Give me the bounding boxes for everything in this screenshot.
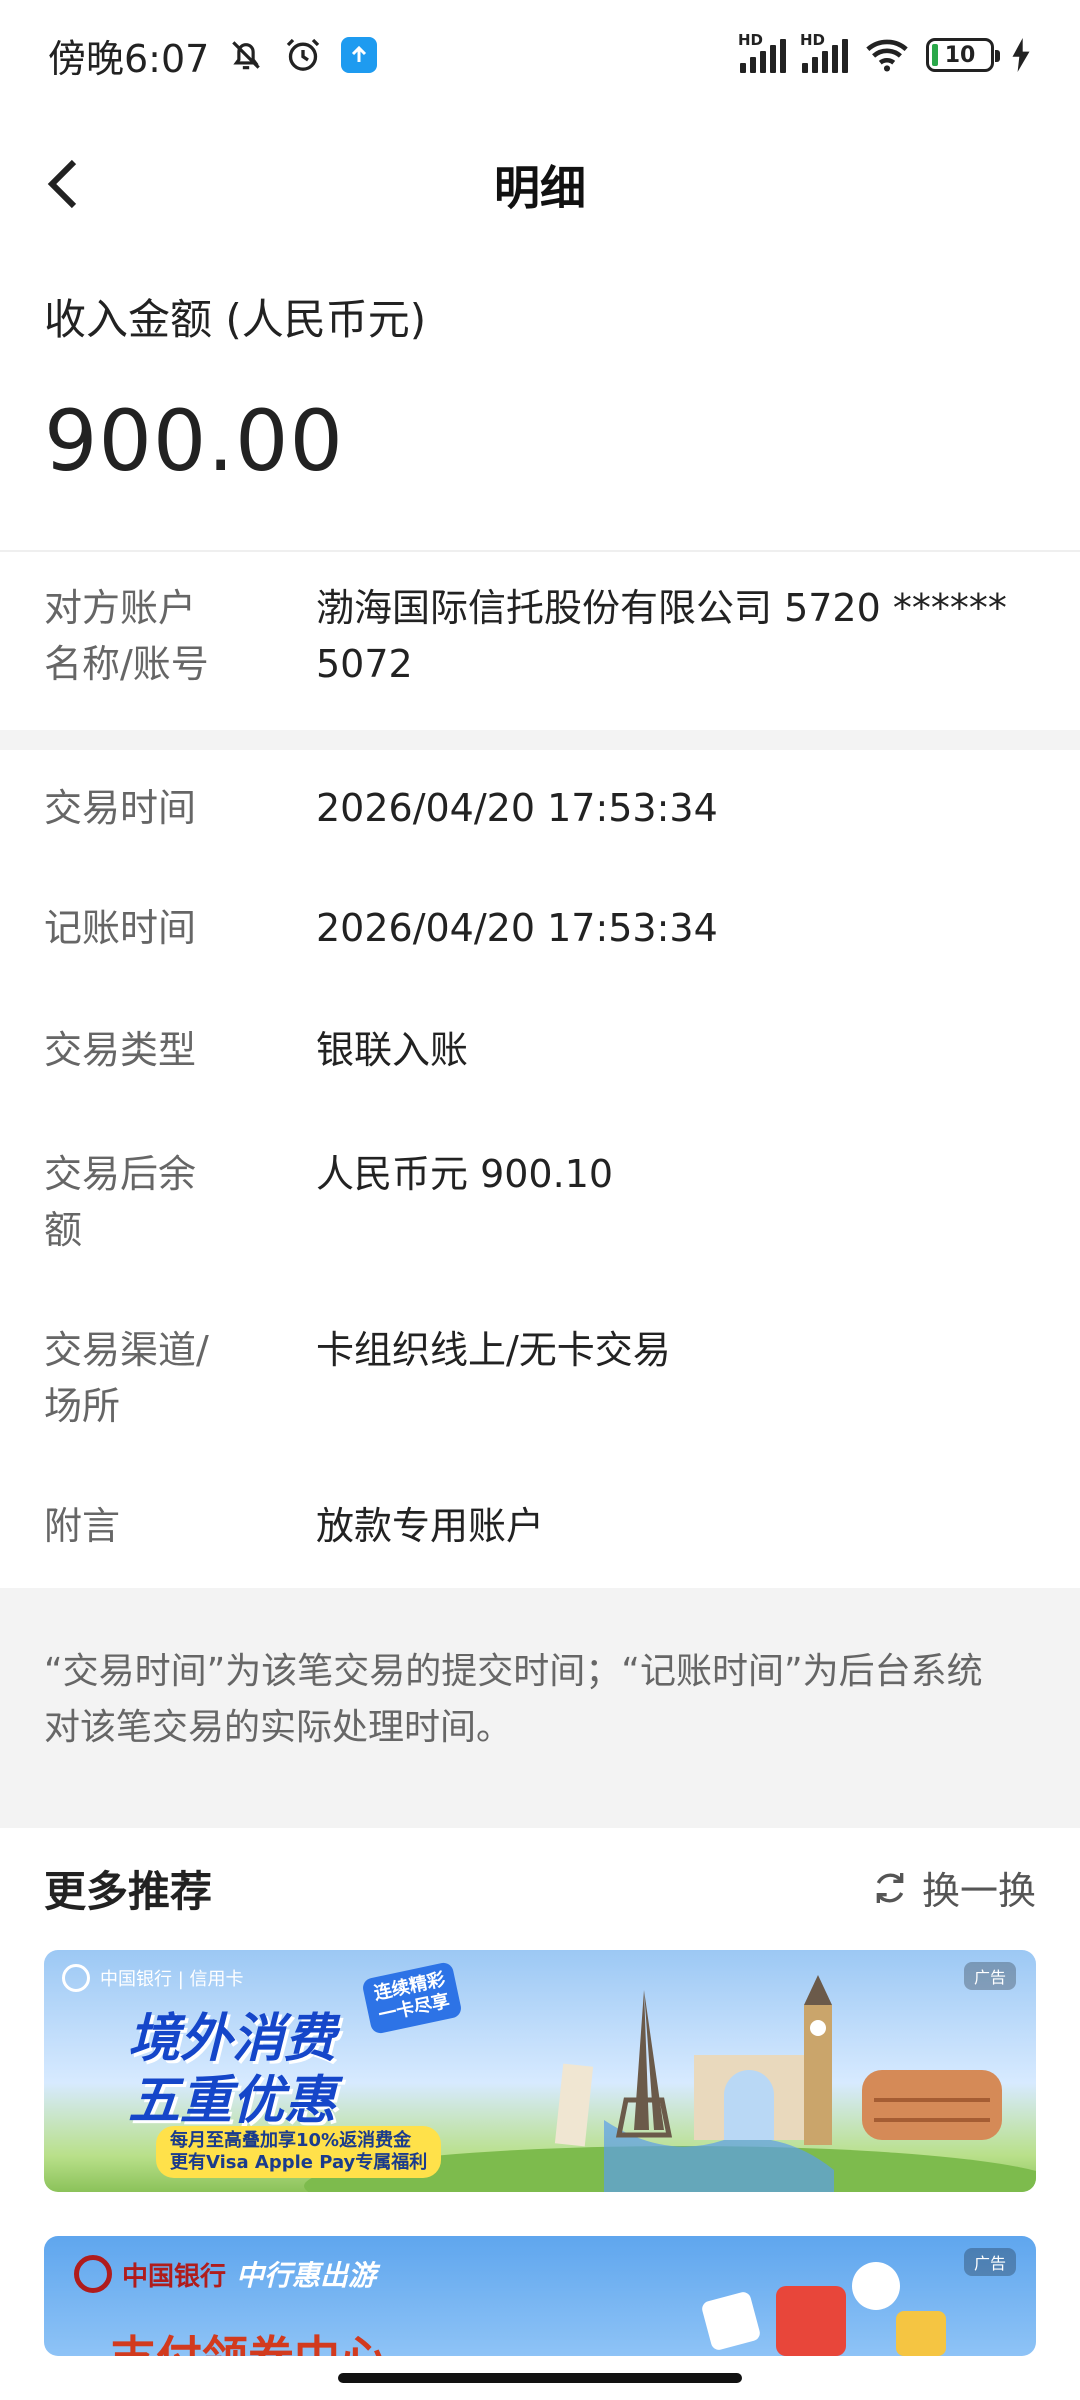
refresh-icon (876, 1872, 904, 1903)
bank-seal-icon (62, 1964, 90, 1992)
detail-value-trade-time: 2026/04/20 17:53:34 (316, 786, 718, 830)
page-title: 明细 (494, 161, 586, 215)
battery-icon: 10 (926, 38, 1000, 72)
back-arrow-icon[interactable] (40, 156, 88, 212)
detail-value-trade-type: 银联入账 (316, 1028, 469, 1072)
detail-label-remark: 附言 (44, 1504, 121, 1548)
status-left: 傍晚6:07 (48, 28, 378, 83)
signal-icon: HD (738, 31, 786, 73)
status-time: 傍晚6:07 (48, 36, 210, 81)
app-notification-icon (341, 37, 378, 73)
detail-label-trade-time: 交易时间 (44, 786, 197, 830)
detail-value-remark: 放款专用账户 (316, 1504, 545, 1548)
amount-value: 900.00 (44, 392, 344, 490)
counterparty-label: 对方账户 名称/账号 (44, 586, 209, 686)
banner-subtitle: 每月至高叠加享10%返消费金 更有Visa Apple Pay专属福利 (156, 2126, 442, 2178)
charging-icon (1012, 38, 1030, 72)
detail-label-balance: 交易后余 额 (44, 1152, 197, 1252)
detail-label-posting-time: 记账时间 (44, 906, 197, 950)
ad-tag-2: 广告 (963, 2248, 1016, 2276)
banner-headline-2: 支付领券中心 (110, 2322, 386, 2356)
divider (0, 550, 1080, 552)
time-explanation-note: “交易时间”为该笔交易的提交时间；“记账时间”为后台系统 对该笔交易的实际处理时… (0, 1588, 1080, 1828)
coupons-illustration (702, 2262, 946, 2356)
promo-banner-payment[interactable]: 中国银行 中行惠出游 广告 支付领券中心 (44, 2236, 1036, 2356)
alarm-icon (287, 38, 320, 71)
status-right: HD HD 10 (738, 31, 1032, 73)
section-separator (0, 730, 1080, 750)
counterparty-value: 渤海国际信托股份有限公司 5720 ****** 5072 (316, 586, 1007, 686)
wifi-icon (866, 39, 908, 72)
travel-brand: 中行惠出游 (236, 2259, 377, 2292)
ad-tag: 广告 (963, 1962, 1016, 1990)
bell-off-icon (232, 41, 261, 70)
promo-banner-overseas[interactable]: 中国银行 | 信用卡 广告 连续精彩 一卡尽享 境外消费 五重优惠 每月至高叠加… (44, 1950, 1036, 2192)
more-recommendations-title: 更多推荐 (44, 1867, 213, 1916)
home-indicator[interactable] (338, 2373, 742, 2383)
detail-value-balance: 人民币元 900.10 (316, 1152, 614, 1196)
status-bar: 傍晚6:07 HD HD 10 (0, 0, 1080, 110)
bank-seal-icon-2 (74, 2255, 112, 2293)
bank-logo: 中国银行 | 信用卡 (62, 1964, 244, 1992)
signal-icon-2: HD (800, 31, 848, 73)
nav-bar: 明细 (0, 110, 1080, 260)
refresh-button[interactable]: 换一换 (870, 1860, 1036, 1915)
bank-logo-2: 中国银行 中行惠出游 (74, 2254, 376, 2294)
banner-headline: 境外消费 五重优惠 (128, 2009, 337, 2131)
detail-value-posting-time: 2026/04/20 17:53:34 (316, 906, 718, 950)
battery-level: 10 (944, 42, 976, 68)
detail-label-channel: 交易渠道/ 场所 (44, 1328, 209, 1428)
detail-value-channel: 卡组织线上/无卡交易 (316, 1328, 671, 1372)
detail-label-trade-type: 交易类型 (44, 1028, 197, 1072)
refresh-label: 换一换 (921, 1869, 1036, 1913)
amount-label: 收入金额 (人民币元) (44, 295, 427, 344)
note-text: “交易时间”为该笔交易的提交时间；“记账时间”为后台系统 对该笔交易的实际处理时… (44, 1651, 983, 1748)
